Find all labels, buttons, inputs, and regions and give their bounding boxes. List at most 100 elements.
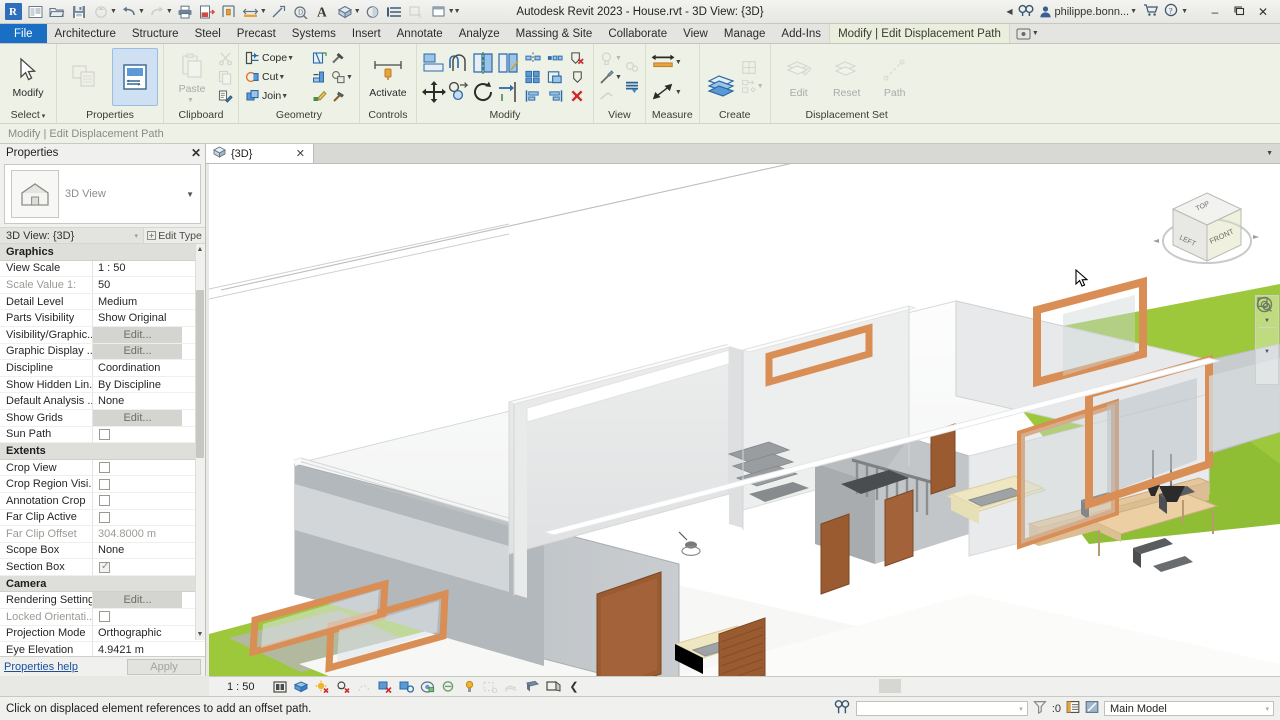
- move-button[interactable]: [422, 79, 446, 105]
- property-value[interactable]: [92, 476, 194, 492]
- print-icon[interactable]: [174, 1, 196, 23]
- property-value[interactable]: [92, 609, 194, 625]
- property-row-graphic-display[interactable]: Graphic Display ... Edit...: [0, 344, 205, 361]
- property-value[interactable]: 1 : 50: [92, 261, 194, 277]
- linework-button[interactable]: [599, 87, 623, 105]
- ribbon-display-options[interactable]: ▼: [1010, 24, 1046, 43]
- ribbon-tab-precast[interactable]: Precast: [229, 24, 284, 43]
- ribbon-tab-architecture[interactable]: Architecture: [47, 24, 124, 43]
- rotate-button[interactable]: [472, 79, 496, 105]
- property-row-annotation-crop[interactable]: Annotation Crop: [0, 493, 205, 510]
- align-right-icon[interactable]: [547, 88, 563, 104]
- activate-button[interactable]: Activate: [365, 48, 411, 106]
- open-project-icon[interactable]: [46, 1, 68, 23]
- 3d-viewport[interactable]: TOP LEFT FRONT ▼ ▼: [209, 164, 1280, 676]
- reveal-constraints-icon[interactable]: [525, 679, 540, 694]
- mirror-draw-axis-button[interactable]: [497, 50, 521, 76]
- create-group-button[interactable]: [705, 64, 739, 104]
- property-row-default-analysis[interactable]: Default Analysis ... None: [0, 393, 205, 410]
- sun-path-checkbox[interactable]: [99, 429, 110, 440]
- rendering-dialog-icon[interactable]: [357, 679, 372, 694]
- type-selector[interactable]: 3D View ▼: [4, 164, 201, 224]
- infocenter-collapse-icon[interactable]: ◀: [1006, 7, 1012, 16]
- measure-icon[interactable]: [218, 1, 240, 23]
- zoom-tool-icon[interactable]: [1257, 329, 1277, 349]
- crop-view-icon[interactable]: [378, 679, 393, 694]
- undo-icon[interactable]: [118, 1, 140, 23]
- property-row-far-clip-offset[interactable]: Far Clip Offset 304.8000 m: [0, 526, 205, 543]
- match-type-button[interactable]: [217, 87, 233, 105]
- hide-dropdown-caret[interactable]: ▼: [615, 74, 622, 81]
- scroll-down-arrow[interactable]: ▼: [195, 629, 205, 640]
- delete-icon[interactable]: [569, 88, 585, 104]
- paint-button[interactable]: [311, 87, 327, 105]
- editable-only-icon[interactable]: [1066, 700, 1080, 717]
- ribbon-tab-addins[interactable]: Add-Ins: [773, 24, 829, 43]
- properties-close-button[interactable]: ✕: [191, 146, 201, 160]
- user-dropdown-caret[interactable]: ▼: [1130, 8, 1137, 15]
- redo-icon[interactable]: [146, 1, 168, 23]
- sync-with-central-icon[interactable]: [90, 1, 112, 23]
- paste-button[interactable]: Paste ▼: [169, 48, 215, 106]
- create-assembly-button[interactable]: ▼: [741, 78, 765, 96]
- filter-icon[interactable]: [1033, 700, 1047, 717]
- property-value[interactable]: 4.9421 m: [92, 642, 194, 656]
- mirror-pick-axis-button[interactable]: [472, 50, 496, 76]
- view-tab-overflow-caret[interactable]: ▼: [1266, 150, 1273, 157]
- edit-type-button[interactable]: Edit Type: [143, 228, 205, 243]
- join-button[interactable]: Join ▼: [244, 87, 308, 105]
- property-edit-button[interactable]: Edit...: [92, 410, 182, 426]
- ribbon-options-caret[interactable]: ▼: [1032, 30, 1039, 37]
- properties-type-button[interactable]: [62, 48, 108, 106]
- property-row-eye-elevation[interactable]: Eye Elevation 4.9421 m: [0, 642, 205, 656]
- measure-line-caret[interactable]: ▼: [675, 89, 682, 96]
- property-value[interactable]: [92, 559, 194, 575]
- properties-palette-toggle[interactable]: [112, 48, 158, 106]
- property-row-show-hidden-lines[interactable]: Show Hidden Lin... By Discipline: [0, 377, 205, 394]
- measure-dropdown-caret[interactable]: ▼: [675, 59, 682, 66]
- default-3d-view-icon[interactable]: [334, 1, 356, 23]
- property-row-crop-region-visible[interactable]: Crop Region Visi...: [0, 476, 205, 493]
- lights-dropdown-caret[interactable]: ▼: [615, 55, 622, 62]
- scale-icon[interactable]: [525, 69, 541, 85]
- shadows-icon[interactable]: [336, 679, 351, 694]
- create-part-button[interactable]: [741, 59, 765, 77]
- property-row-discipline[interactable]: Discipline Coordination: [0, 360, 205, 377]
- property-value[interactable]: [92, 510, 194, 526]
- show-crop-region-icon[interactable]: [399, 679, 414, 694]
- ribbon-tab-structure[interactable]: Structure: [124, 24, 187, 43]
- reveal-hidden-elements-icon[interactable]: [441, 679, 456, 694]
- copy-button[interactable]: [447, 79, 471, 105]
- cut-clipboard-button[interactable]: [217, 49, 233, 67]
- property-value[interactable]: [92, 427, 194, 443]
- property-value[interactable]: Show Original: [92, 310, 194, 326]
- crop-region-visible-checkbox[interactable]: [99, 479, 110, 490]
- view-control-collapse-icon[interactable]: ❮: [567, 679, 582, 694]
- measure-between-refs-button[interactable]: ▼: [651, 50, 683, 74]
- highlight-displacement-icon[interactable]: [504, 679, 519, 694]
- copy-clipboard-button[interactable]: [217, 68, 233, 86]
- modify-tool-button[interactable]: Modify: [5, 48, 51, 106]
- aligned-dimension-icon[interactable]: [240, 1, 262, 23]
- exclude-options-icon[interactable]: [1085, 700, 1099, 717]
- view-tab-close-button[interactable]: ✕: [296, 147, 305, 160]
- demolish-button[interactable]: [330, 49, 354, 67]
- switch-windows-icon[interactable]: [428, 1, 450, 23]
- property-value[interactable]: None: [92, 393, 194, 409]
- properties-scrollbar[interactable]: ▲ ▼: [195, 244, 205, 640]
- worksharing-display-icon[interactable]: [546, 679, 561, 694]
- cut-dropdown-caret[interactable]: ▼: [278, 74, 285, 81]
- geometry-extra-caret[interactable]: ▼: [346, 74, 353, 81]
- steering-wheel-caret[interactable]: ▼: [1264, 318, 1270, 326]
- export-pdf-icon[interactable]: [196, 1, 218, 23]
- property-row-sun-path[interactable]: Sun Path: [0, 427, 205, 444]
- property-value[interactable]: [92, 493, 194, 509]
- ribbon-tab-collaborate[interactable]: Collaborate: [600, 24, 675, 43]
- unpin-icon[interactable]: [569, 50, 585, 66]
- view-tab-overflow[interactable]: ▼: [1268, 144, 1280, 163]
- property-row-scale-value[interactable]: Scale Value 1: 50: [0, 277, 205, 294]
- resize-icon[interactable]: [547, 69, 563, 85]
- toggle-lights-button[interactable]: ▼: [599, 49, 623, 67]
- split-element-icon[interactable]: [525, 50, 541, 66]
- measure-along-line-button[interactable]: ▼: [651, 80, 683, 104]
